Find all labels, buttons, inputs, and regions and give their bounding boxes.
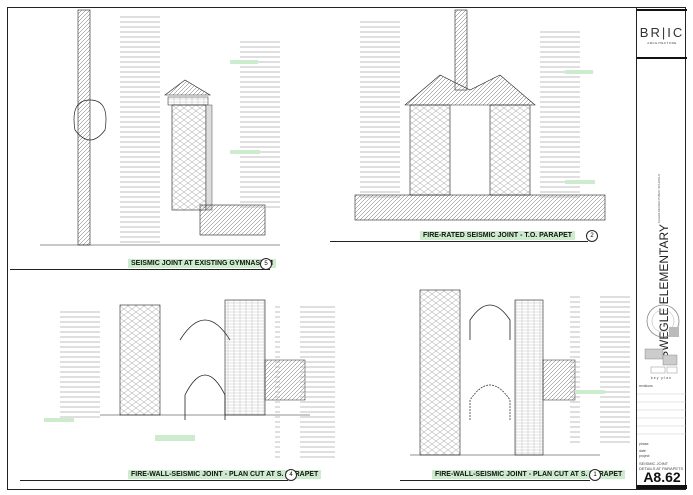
revisions-table xyxy=(637,393,687,435)
title-underline xyxy=(400,480,590,481)
detail-title-5: SEISMIC JOINT AT EXISTING GYMNASIUM xyxy=(128,259,276,268)
title-underline xyxy=(10,269,270,270)
title-underline xyxy=(20,480,288,481)
client-name: SALEM-KEIZER PUBLIC SCHOOLS xyxy=(657,174,661,224)
divider xyxy=(637,485,687,489)
detail-1-drawing xyxy=(410,289,630,456)
key-plan-diagram xyxy=(644,348,678,374)
detail-number-4: 4 xyxy=(285,469,297,481)
detail-number-5: 5 xyxy=(260,258,272,270)
divider xyxy=(637,57,687,59)
firm-logo-subtitle: ARCHITECTURE xyxy=(647,41,677,45)
sheet-number: A8.62 xyxy=(643,469,681,485)
date-label: date xyxy=(639,449,646,453)
title-underline xyxy=(330,241,588,242)
key-plan-label: key plan xyxy=(651,376,673,380)
project-label: project xyxy=(639,454,650,458)
title-block: BR|IC ARCHITECTURE SWEGLE ELEMENTARY SAL… xyxy=(636,7,687,490)
detail-number-1: 1 xyxy=(589,469,601,481)
divider xyxy=(637,9,687,11)
detail-2-drawing xyxy=(354,9,606,221)
detail-drawings xyxy=(40,9,630,460)
architect-seal-icon xyxy=(646,304,680,338)
detail-title-2: FIRE-RATED SEISMIC JOINT - T.O. PARAPET xyxy=(420,231,576,240)
detail-4-drawing xyxy=(40,299,335,460)
detail-5-drawing xyxy=(40,9,285,246)
firm-logo: BR|IC xyxy=(639,25,685,40)
phase-label: phase xyxy=(639,442,649,446)
revisions-label: revisions xyxy=(639,384,653,388)
detail-number-2: 2 xyxy=(586,230,598,242)
